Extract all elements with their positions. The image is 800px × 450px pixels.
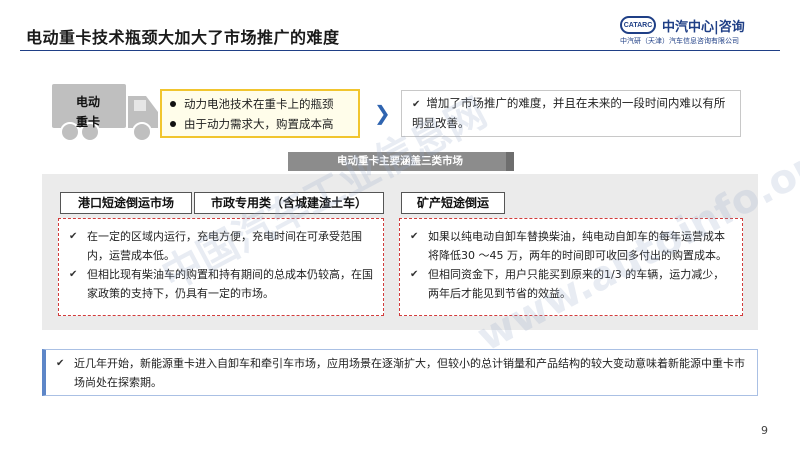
list-item: ✔ 在一定的区域内运行，充电方便，充电时间在可承受范围内，运营成本低。	[69, 227, 375, 265]
truck-label: 电动 重卡	[62, 92, 114, 132]
truck-label-line1: 电动	[75, 95, 100, 109]
list-item: ✔ 但相比现有柴油车的购置和持有期间的总成本仍较高，在国家政策的支持下，仍具有一定…	[69, 265, 375, 303]
check-icon: ✔	[69, 231, 78, 242]
summary-text: 近几年开始，新能源重卡进入自卸车和牵引车市场，应用场景在逐渐扩大，但较小的总计销…	[74, 357, 745, 389]
company-logo: CATARC 中汽中心|咨询 中汽研（天津）汽车信息咨询有限公司	[620, 14, 780, 46]
bullet-icon	[170, 120, 176, 127]
problem-text: 动力电池技术在重卡上的瓶颈	[184, 97, 334, 111]
logo-name: 中汽中心|咨询	[662, 20, 745, 35]
result-box: ✔ 增加了市场推广的难度，并且在未来的一段时间内难以有所明显改善。	[401, 90, 741, 137]
check-icon: ✔	[410, 269, 419, 280]
logo-subtitle: 中汽研（天津）汽车信息咨询有限公司	[620, 37, 739, 45]
summary-box: ✔ 近几年开始，新能源重卡进入自卸车和牵引车市场，应用场景在逐渐扩大，但较小的总计…	[42, 349, 758, 396]
markets-banner: 电动重卡主要涵盖三类市场	[288, 152, 512, 171]
check-icon: ✔	[412, 99, 421, 110]
point-text: 但相比现有柴油车的购置和持有期间的总成本仍较高，在国家政策的支持下，仍具有一定的…	[87, 268, 373, 300]
banner-fold	[506, 152, 514, 171]
market-tag-port: 港口短途倒运市场	[60, 192, 192, 214]
problem-box: 动力电池技术在重卡上的瓶颈 由于动力需求大，购置成本高	[160, 89, 360, 138]
list-item: ✔ 近几年开始，新能源重卡进入自卸车和牵引车市场，应用场景在逐渐扩大，但较小的总计…	[56, 354, 747, 392]
market-tag-mining: 矿产短途倒运	[401, 192, 505, 214]
list-item: ✔ 如果以纯电动自卸车替换柴油，纯电动自卸车的每年运营成本将降低30 ～45 万，…	[410, 227, 734, 265]
check-icon: ✔	[410, 231, 419, 242]
market-tag-municipal: 市政专用类（含城建渣土车）	[194, 192, 384, 214]
result-text: 增加了市场推广的难度，并且在未来的一段时间内难以有所明显改善。	[412, 96, 726, 130]
point-text: 在一定的区域内运行，充电方便，充电时间在可承受范围内，运营成本低。	[87, 230, 362, 262]
truck-label-line2: 重卡	[75, 115, 100, 129]
check-icon: ✔	[56, 358, 65, 369]
page-number: 9	[761, 424, 768, 437]
list-item: ✔ 但相同资金下，用户只能买到原来的1/3 的车辆，运力减少，两年后才能见到节省的…	[410, 265, 734, 303]
problem-text: 由于动力需求大，购置成本高	[184, 117, 334, 131]
chevron-right-icon: ❯	[374, 101, 391, 125]
title-divider	[20, 50, 780, 51]
right-points-box: ✔ 如果以纯电动自卸车替换柴油，纯电动自卸车的每年运营成本将降低30 ～45 万，…	[399, 218, 743, 316]
logo-mark: CATARC	[620, 16, 656, 34]
check-icon: ✔	[69, 269, 78, 280]
problem-item: 动力电池技术在重卡上的瓶颈	[170, 94, 350, 114]
bullet-icon	[170, 100, 176, 107]
point-text: 如果以纯电动自卸车替换柴油，纯电动自卸车的每年运营成本将降低30 ～45 万，两…	[428, 230, 727, 262]
point-text: 但相同资金下，用户只能买到原来的1/3 的车辆，运力减少，两年后才能见到节省的效…	[428, 268, 725, 300]
problem-item: 由于动力需求大，购置成本高	[170, 114, 350, 134]
page-title: 电动重卡技术瓶颈大加大了市场推广的难度	[26, 28, 340, 47]
left-points-box: ✔ 在一定的区域内运行，充电方便，充电时间在可承受范围内，运营成本低。 ✔ 但相比现…	[58, 218, 384, 316]
